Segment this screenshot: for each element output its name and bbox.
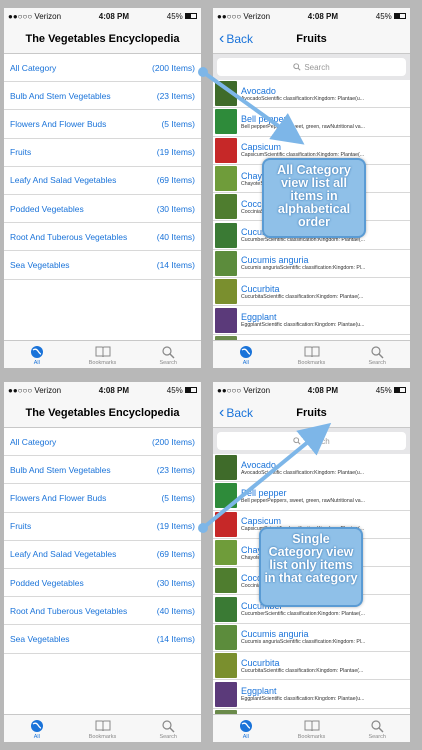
arrow-origin-bottom	[198, 523, 208, 533]
arrow-top	[201, 70, 305, 145]
pointer-arrows	[198, 67, 332, 533]
callout-bottom: Single Category view list only items in …	[259, 527, 363, 607]
callout-top: All Category view list all items in alph…	[262, 158, 366, 238]
arrow-origin-top	[198, 67, 208, 77]
arrow-bottom	[201, 422, 332, 530]
